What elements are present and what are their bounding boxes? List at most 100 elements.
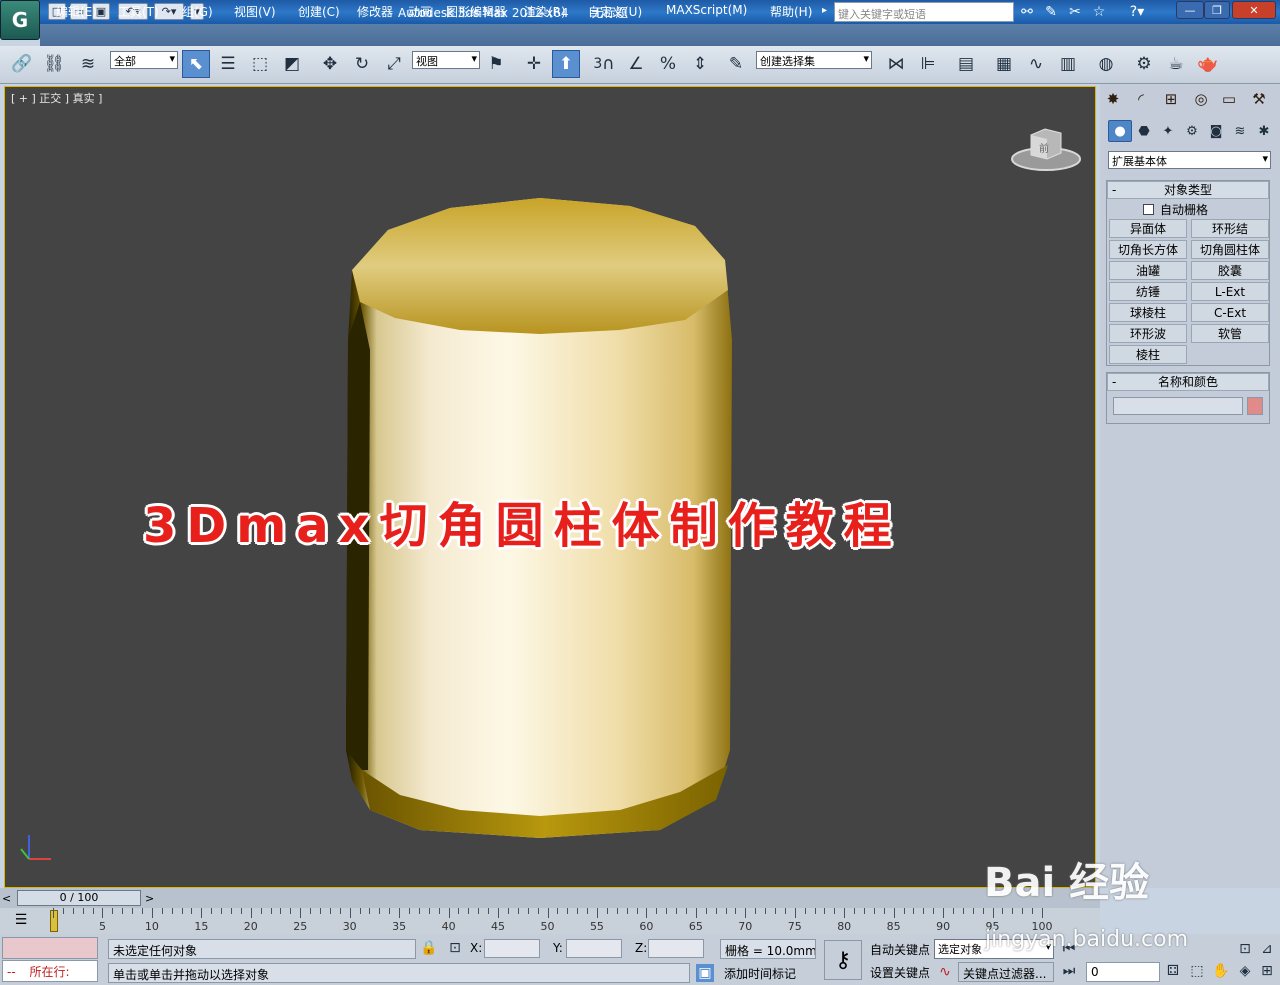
menu-edit[interactable]: 编辑(E) [56,3,97,20]
help-icon[interactable]: ?▾ [1122,3,1152,21]
select-object-icon[interactable]: ⬉ [182,50,210,78]
display-tab-icon[interactable]: ▭ [1216,88,1242,110]
menu-animation[interactable]: 动画 [408,3,432,20]
select-and-rotate-icon[interactable]: ↻ [348,50,376,78]
gengon-button[interactable]: 球棱柱 [1109,303,1187,322]
capsule-button[interactable]: 胶囊 [1191,261,1269,280]
oil-tank-button[interactable]: 油罐 [1109,261,1187,280]
menu-rendering[interactable]: 渲染(R) [524,3,566,20]
select-and-scale-icon[interactable]: ⤢ [380,50,408,78]
object-type-header[interactable]: 对象类型 [1107,181,1269,199]
rectangular-selection-icon[interactable]: ⬚ [246,50,274,78]
search-input[interactable]: 键入关键字或短语 [834,2,1014,22]
select-and-manipulate-icon[interactable]: ✛ [520,50,548,78]
snaps-toggle-icon[interactable]: 3 ∩ [590,50,618,78]
systems-icon[interactable]: ✱ [1252,120,1276,142]
field-of-view-icon[interactable]: ⊿ [1258,940,1276,958]
minimize-button[interactable]: — [1176,1,1204,19]
maxscript-mini-listener[interactable]: -- 所在行: [2,960,98,982]
menu-help[interactable]: 帮助(H) [770,3,812,20]
reference-coordinate-dropdown[interactable]: 视图 [412,51,480,69]
helpers-icon[interactable]: ◙ [1204,120,1228,142]
c-ext-button[interactable]: C-Ext [1191,303,1269,322]
y-coordinate-input[interactable] [566,939,622,958]
viewport-label-menu[interactable]: [ + ] 正交 ] 真实 ] [11,90,102,106]
schematic-view-icon[interactable]: ▥ [1054,50,1082,78]
angle-snap-icon[interactable]: ∠ [622,50,650,78]
mirror-icon[interactable]: ⋈ [882,50,910,78]
object-name-input[interactable] [1113,397,1243,415]
name-and-color-header[interactable]: 名称和颜色 [1107,373,1269,391]
zoom-all-icon[interactable]: ⊡ [1236,940,1254,958]
favorites-star-icon[interactable]: ☆ [1088,3,1110,21]
shapes-icon[interactable]: ⬣ [1132,120,1156,142]
hedra-button[interactable]: 异面体 [1109,219,1187,238]
utilities-tab-icon[interactable]: ⚒ [1246,88,1272,110]
autogrid-checkbox[interactable] [1143,204,1154,215]
material-editor-icon[interactable]: ◍ [1092,50,1120,78]
current-frame-input[interactable]: 0 [1086,962,1160,982]
percent-snap-icon[interactable]: % [654,50,682,78]
chamfer-box-button[interactable]: 切角长方体 [1109,240,1187,259]
align-icon[interactable]: ⊫ [914,50,942,78]
current-frame-marker[interactable] [50,910,58,932]
time-slider-thumb[interactable]: 0 / 100 [17,890,141,906]
track-bar[interactable]: ☰ 5 10 15 20 25 30 35 40 45 50 55 60 65 70 75 80 85 90 95 1… [0,908,1100,934]
use-pivot-center-icon[interactable]: ⚑ [482,50,510,78]
set-key-button[interactable]: 设置关键点 [866,962,930,982]
pan-view-icon[interactable]: ✋ [1212,962,1230,980]
object-color-swatch[interactable] [1247,397,1263,415]
time-slider[interactable]: < 0 / 100 > [0,888,1100,908]
key-mode-toggle-icon[interactable]: ⏭ [1060,962,1078,980]
layer-manager-icon[interactable]: ▤ [952,50,980,78]
geometry-category-dropdown[interactable]: 扩展基本体 [1108,151,1271,169]
motion-tab-icon[interactable]: ◎ [1188,88,1214,110]
auto-key-button[interactable]: 自动关键点 [866,939,930,959]
time-prev-icon[interactable]: < [2,892,11,905]
x-coordinate-input[interactable] [484,939,540,958]
absolute-mode-icon[interactable]: ⊡ [446,939,464,957]
selection-filter-dropdown[interactable]: 全部 [110,51,178,69]
z-coordinate-input[interactable] [648,939,704,958]
set-key-icon[interactable]: ⚷ [824,940,862,980]
curve-editor-icon[interactable]: ∿ [1022,50,1050,78]
menu-views[interactable]: 视图(V) [234,3,276,20]
window-crossing-icon[interactable]: ◩ [278,50,306,78]
render-production-icon[interactable]: 🫖 [1194,50,1222,78]
named-selection-dropdown[interactable]: 创建选择集 [756,51,872,69]
rendered-frame-icon[interactable]: ☕ [1162,50,1190,78]
hierarchy-tab-icon[interactable]: ⊞ [1158,88,1184,110]
communication-center-icon[interactable]: ✂ [1064,3,1086,21]
time-tag-icon[interactable]: ▣ [696,964,714,982]
bind-to-space-warp-icon[interactable]: ≋ [74,50,102,78]
perspective-viewport[interactable]: [ + ] 正交 ] 真实 ] 前 3Dmax切角圆柱体制作教程 [4,86,1096,888]
space-warps-icon[interactable]: ≋ [1228,120,1252,142]
spindle-button[interactable]: 纺锤 [1109,282,1187,301]
binoculars-icon[interactable]: ⚯ [1016,3,1038,21]
orbit-icon[interactable]: ◈ [1236,962,1254,980]
create-tab-icon[interactable]: ✸ [1100,88,1126,110]
hose-button[interactable]: 软管 [1191,324,1269,343]
graphite-ribbon-icon[interactable]: ▦ [990,50,1018,78]
keyboard-shortcut-override-icon[interactable]: ⬆ [552,50,580,78]
menu-tools[interactable]: 工具(T) [118,3,159,20]
menu-customize[interactable]: 自定义(U) [588,3,642,20]
l-ext-button[interactable]: L-Ext [1191,282,1269,301]
menu-modifiers[interactable]: 修改器 [357,3,393,20]
add-time-tag[interactable]: 添加时间标记 [720,963,816,983]
zoom-extents-icon[interactable]: ⬚ [1188,962,1206,980]
lights-icon[interactable]: ✦ [1156,120,1180,142]
app-logo-button[interactable]: G [0,0,40,40]
select-and-link-icon[interactable]: 🔗 [8,50,36,78]
prism-button[interactable]: 棱柱 [1109,345,1187,364]
key-filters-button[interactable]: 关键点过滤器... [958,962,1054,982]
maxscript-listener-input[interactable] [2,937,98,959]
viewcube[interactable]: 前 [1011,125,1081,175]
select-by-name-icon[interactable]: ☰ [214,50,242,78]
ringwave-button[interactable]: 环形波 [1109,324,1187,343]
lock-selection-icon[interactable]: 🔒 [420,939,438,957]
modify-tab-icon[interactable]: ◜ [1128,88,1154,110]
cameras-icon[interactable]: ⚙ [1180,120,1204,142]
edit-named-selection-icon[interactable]: ✎ [722,50,750,78]
close-button[interactable]: ✕ [1232,1,1276,19]
